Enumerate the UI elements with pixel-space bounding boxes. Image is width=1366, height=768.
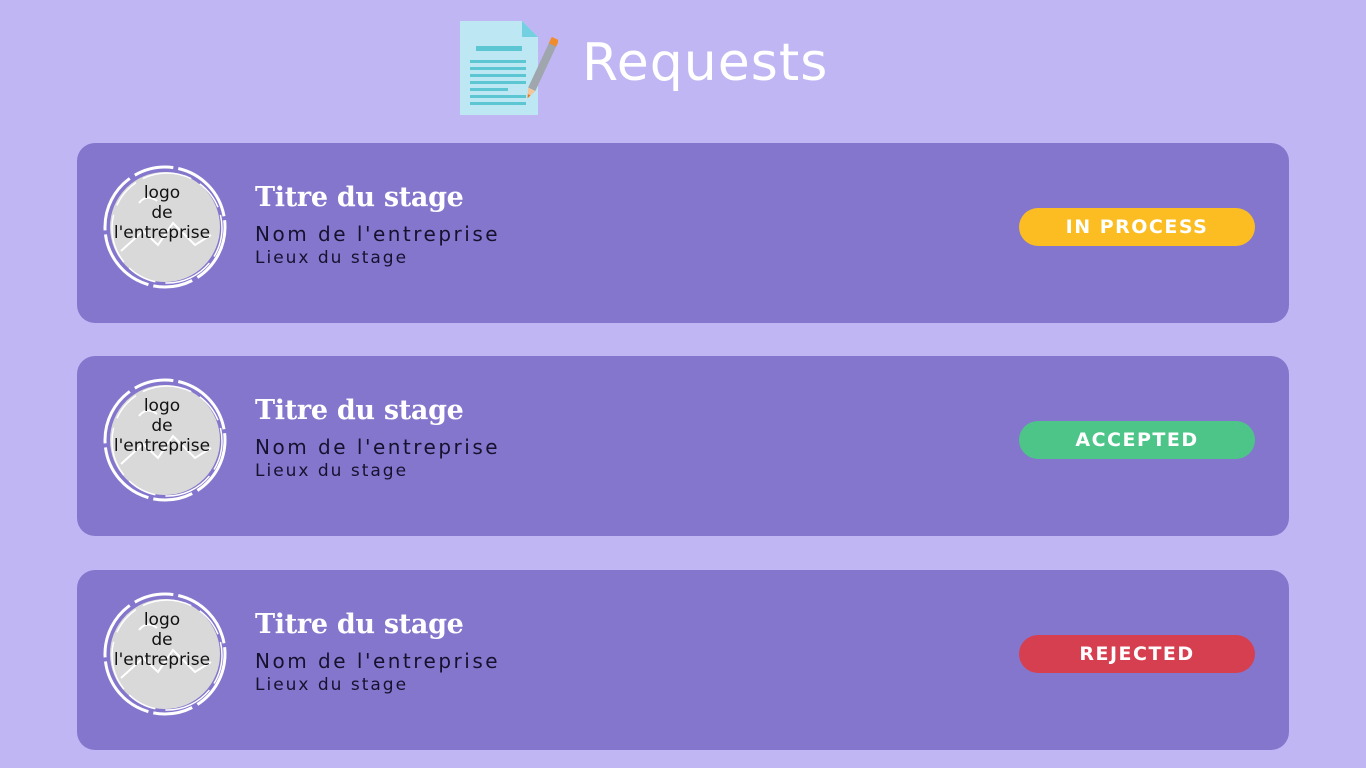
company-logo: logo de l'entreprise [103,378,231,506]
request-card[interactable]: logo de l'entreprise Titre du stage Nom … [77,356,1289,536]
internship-title: Titre du stage [255,182,464,213]
internship-title: Titre du stage [255,395,464,426]
internship-location: Lieux du stage [255,461,409,481]
request-info: Titre du stage Nom de l'entreprise Lieux… [255,181,500,269]
page-header: Requests [458,18,828,118]
request-card[interactable]: logo de l'entreprise Titre du stage Nom … [77,143,1289,323]
status-badge: IN PROCESS [1019,208,1255,246]
document-pencil-icon [460,21,558,115]
internship-location: Lieux du stage [255,248,409,268]
internship-location: Lieux du stage [255,675,409,695]
logo-text: logo de l'entreprise [113,610,211,670]
company-name: Nom de l'entreprise [255,649,501,673]
company-name: Nom de l'entreprise [255,222,501,246]
logo-text: logo de l'entreprise [113,396,211,456]
status-badge: REJECTED [1019,635,1255,673]
request-info: Titre du stage Nom de l'entreprise Lieux… [255,608,500,696]
logo-text: logo de l'entreprise [113,183,211,243]
status-badge: ACCEPTED [1019,421,1255,459]
request-card[interactable]: logo de l'entreprise Titre du stage Nom … [77,570,1289,750]
company-logo: logo de l'entreprise [103,592,231,720]
internship-title: Titre du stage [255,609,464,640]
page-title: Requests [582,33,829,93]
company-name: Nom de l'entreprise [255,435,501,459]
company-logo: logo de l'entreprise [103,165,231,293]
request-info: Titre du stage Nom de l'entreprise Lieux… [255,394,500,482]
